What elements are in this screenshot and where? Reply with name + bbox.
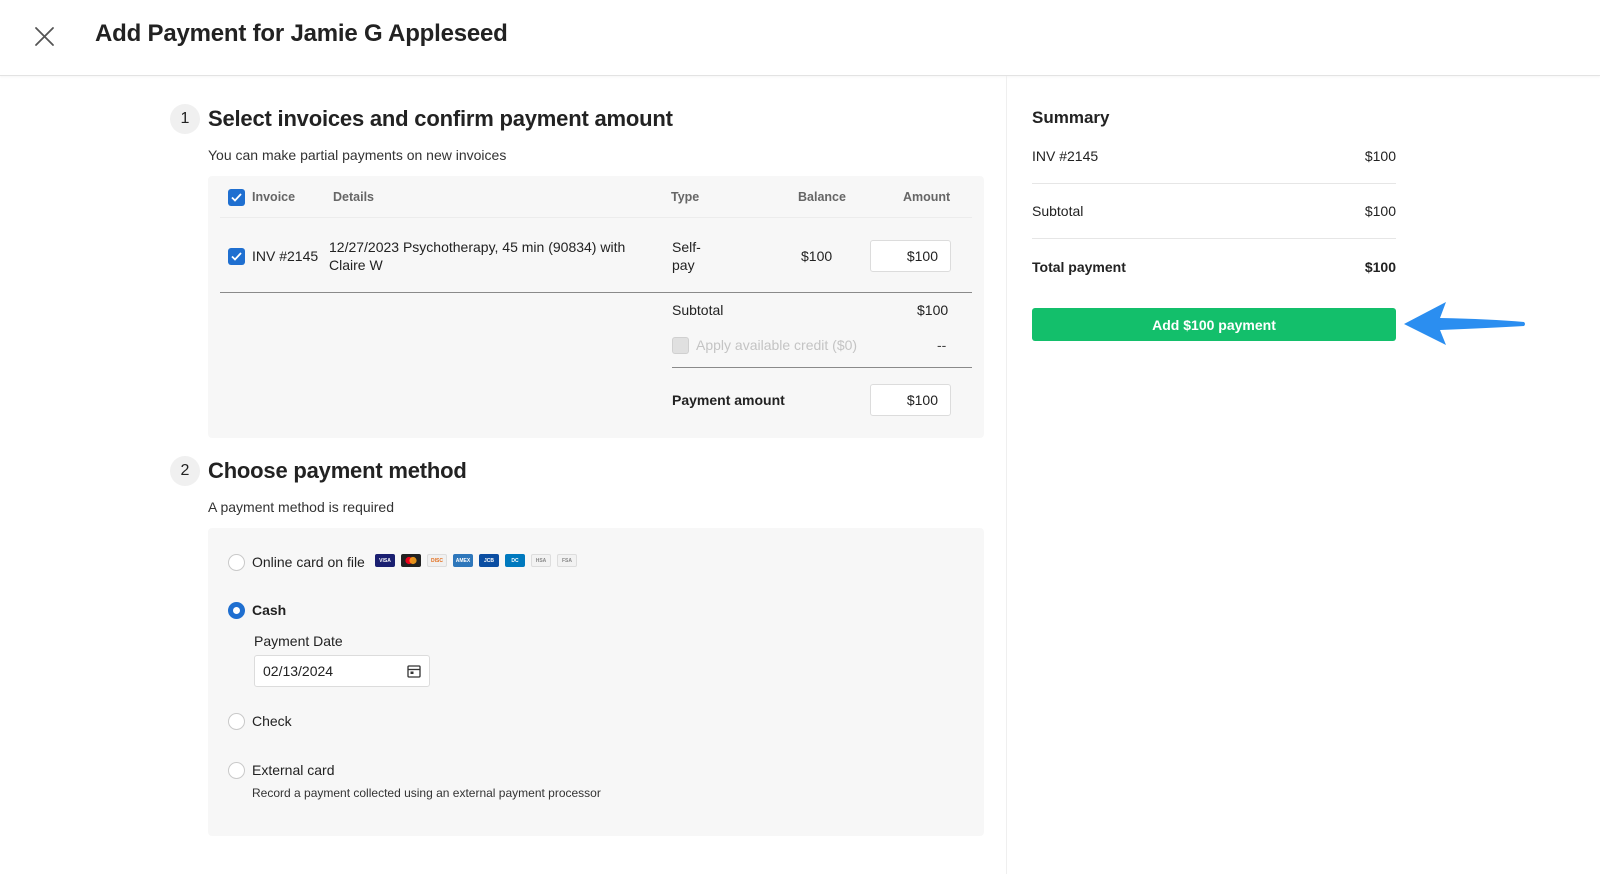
invoice-type-line1: Self- — [672, 239, 701, 255]
radio-online-card[interactable] — [228, 554, 245, 571]
section-subtitle-invoices: You can make partial payments on new inv… — [208, 147, 507, 163]
section-title-invoices: Select invoices and confirm payment amou… — [208, 106, 673, 131]
annotation-arrow-icon — [1404, 302, 1525, 345]
summary-total-value: $100 — [1364, 259, 1396, 275]
subtotal-label: Subtotal — [672, 302, 724, 318]
visa-icon: VISA — [375, 554, 395, 567]
payment-method-label: Online card on file — [252, 554, 365, 570]
summary-title: Summary — [1032, 108, 1110, 127]
close-icon — [30, 22, 60, 52]
payment-method-label: Cash — [252, 602, 287, 618]
radio-check[interactable] — [228, 713, 245, 730]
invoice-details-line1: 12/27/2023 Psychotherapy, 45 min (90834)… — [329, 239, 626, 255]
invoice-balance: $100 — [801, 248, 833, 264]
payment-date-input[interactable]: 02/13/2024 — [254, 655, 430, 687]
invoice-amount-input[interactable]: $100 — [870, 240, 951, 272]
card-brand-icons: VISA DISC AMEX JCB DC HSA FSA — [375, 554, 577, 567]
invoice-table-panel — [208, 176, 984, 438]
radio-cash[interactable] — [228, 602, 245, 619]
summary-invoice-label: INV #2145 — [1032, 148, 1099, 164]
step-number-2: 2 — [170, 456, 200, 486]
section-subtitle-payment-method: A payment method is required — [208, 499, 394, 515]
summary-invoice-value: $100 — [1364, 148, 1396, 164]
calendar-icon[interactable] — [407, 664, 421, 678]
summary-separator — [1032, 183, 1396, 184]
summary-total-label: Total payment — [1032, 259, 1126, 275]
credit-separator — [672, 367, 972, 368]
payment-date-label: Payment Date — [254, 633, 343, 649]
amex-icon: AMEX — [453, 554, 473, 567]
credit-value: -- — [937, 337, 947, 353]
payment-method-label: External card — [252, 762, 335, 778]
invoice-details-line2: Claire W — [329, 257, 383, 273]
select-all-checkbox[interactable] — [228, 189, 245, 206]
invoice-number: INV #2145 — [252, 248, 319, 264]
add-payment-button[interactable]: Add $100 payment — [1032, 308, 1396, 341]
invoice-type-line2: pay — [672, 257, 695, 273]
hsa-icon: HSA — [531, 554, 551, 567]
jcb-icon: JCB — [479, 554, 499, 567]
apply-credit-checkbox[interactable] — [672, 337, 689, 354]
mastercard-icon — [401, 554, 421, 567]
top-bar: Add Payment for Jamie G Appleseed — [0, 0, 1600, 76]
column-header-invoice: Invoice — [252, 190, 296, 204]
row-separator — [220, 292, 972, 293]
column-header-balance: Balance — [798, 190, 846, 204]
external-card-description: Record a payment collected using an exte… — [252, 786, 601, 800]
section-title-payment-method: Choose payment method — [208, 458, 467, 483]
step-number-1: 1 — [170, 104, 200, 134]
diners-icon: DC — [505, 554, 525, 567]
payment-amount-input[interactable]: $100 — [870, 384, 951, 416]
header-separator — [220, 217, 972, 218]
column-header-type: Type — [671, 190, 700, 204]
discover-icon: DISC — [427, 554, 447, 567]
apply-credit-label: Apply available credit ($0) — [696, 337, 858, 353]
column-header-amount: Amount — [903, 190, 951, 204]
close-button[interactable] — [30, 22, 60, 52]
page-title: Add Payment for Jamie G Appleseed — [95, 20, 508, 47]
column-header-details: Details — [333, 190, 374, 204]
checkmark-icon — [231, 252, 242, 261]
fsa-icon: FSA — [557, 554, 577, 567]
radio-external-card[interactable] — [228, 762, 245, 779]
payment-method-label: Check — [252, 713, 292, 729]
payment-date-value: 02/13/2024 — [263, 663, 334, 679]
payment-amount-label: Payment amount — [672, 392, 785, 408]
column-divider — [1006, 76, 1007, 874]
invoice-row-checkbox[interactable] — [228, 248, 245, 265]
summary-separator — [1032, 238, 1396, 239]
subtotal-value: $100 — [917, 302, 949, 318]
summary-subtotal-value: $100 — [1364, 203, 1396, 219]
checkmark-icon — [231, 193, 242, 202]
summary-subtotal-label: Subtotal — [1032, 203, 1084, 219]
